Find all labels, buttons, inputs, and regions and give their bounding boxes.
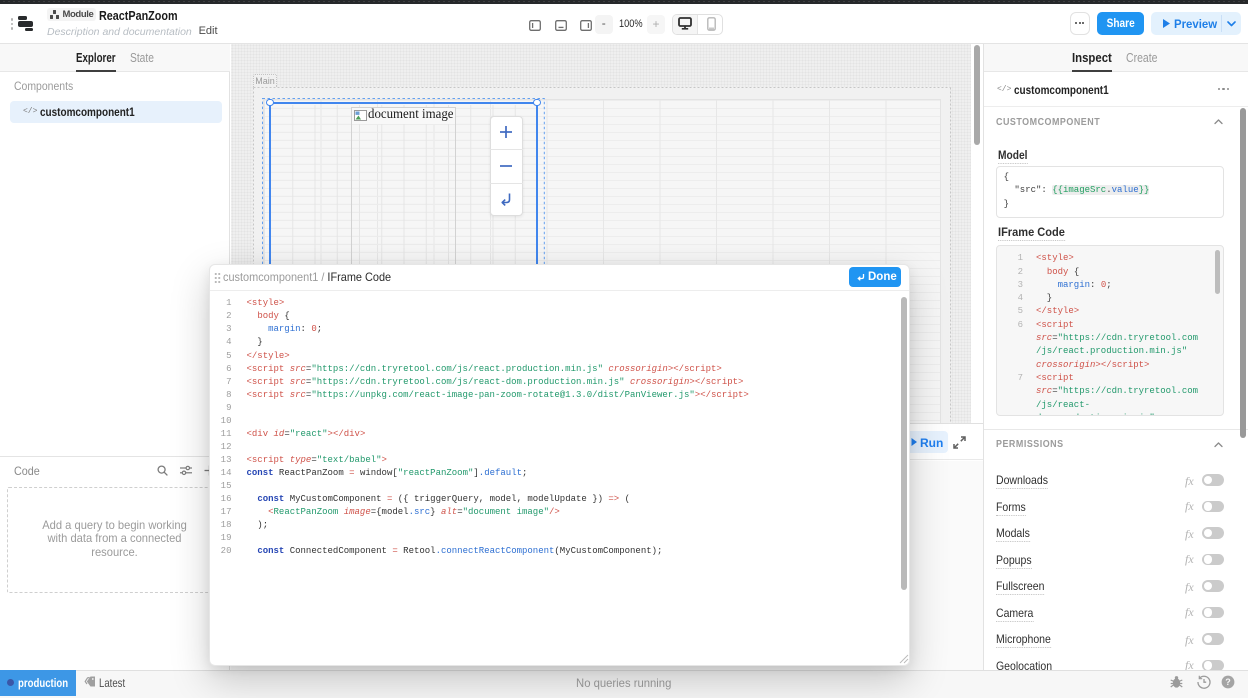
svg-text:?: ? — [1225, 677, 1231, 687]
